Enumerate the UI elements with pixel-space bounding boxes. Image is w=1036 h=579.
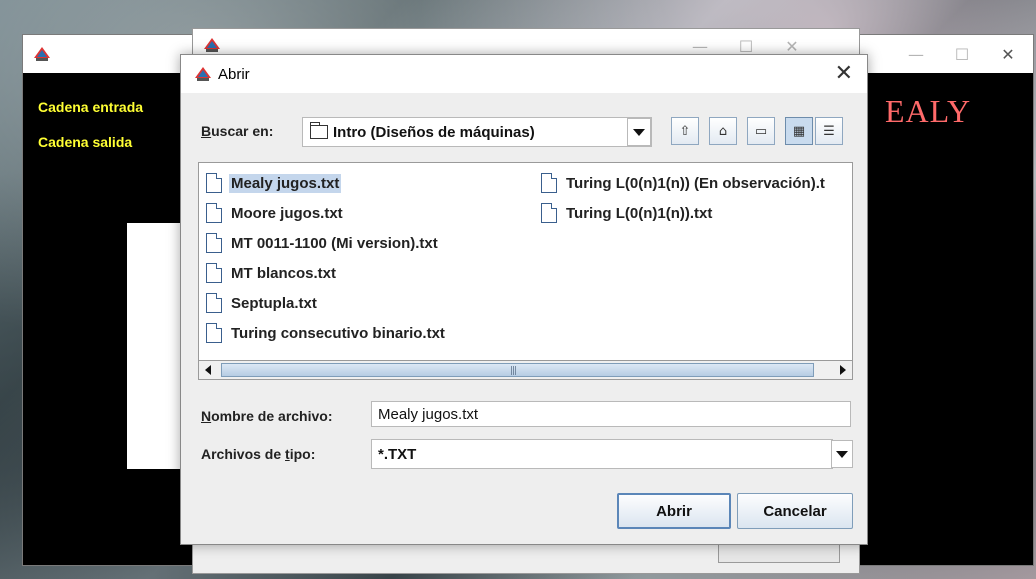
new-folder-icon[interactable]: ▭: [747, 117, 775, 145]
chevron-down-icon[interactable]: [831, 440, 853, 468]
document-icon: [206, 173, 222, 193]
document-icon: [206, 203, 222, 223]
java-app-icon: [194, 66, 212, 82]
document-icon: [206, 323, 222, 343]
document-icon: [541, 203, 557, 223]
mealy-title-art: EALY: [885, 93, 972, 129]
cancel-button[interactable]: Cancelar: [737, 493, 853, 529]
list-view-icon[interactable]: ▦: [785, 117, 813, 145]
dialog-title-bar[interactable]: Abrir ✕: [181, 55, 867, 93]
details-view-icon[interactable]: ☰: [815, 117, 843, 145]
java-app-icon: [33, 46, 51, 62]
java-app-icon: [203, 37, 221, 53]
list-item[interactable]: Turing L(0(n)1(n)) (En observación).t: [541, 171, 827, 195]
scroll-right-icon[interactable]: [834, 361, 852, 379]
list-item[interactable]: MT blancos.txt: [206, 261, 338, 285]
look-in-value: Intro (Diseños de máquinas): [333, 124, 535, 141]
look-in-label: Buscar en:: [201, 123, 274, 139]
close-icon[interactable]: ✕: [835, 61, 853, 86]
list-item[interactable]: Turing L(0(n)1(n)).txt: [541, 201, 714, 225]
document-icon: [206, 293, 222, 313]
maximize-button[interactable]: ☐: [939, 35, 985, 73]
file-type-select[interactable]: *.TXT: [371, 439, 833, 469]
minimize-button[interactable]: —: [893, 35, 939, 73]
horizontal-scrollbar[interactable]: |||: [198, 360, 853, 380]
open-button[interactable]: Abrir: [617, 493, 731, 529]
document-icon: [206, 233, 222, 253]
file-name-input[interactable]: Mealy jugos.txt: [371, 401, 851, 427]
file-name-label: Nombre de archivo:: [201, 408, 333, 424]
list-item[interactable]: MT 0011-1100 (Mi version).txt: [206, 231, 440, 255]
list-item[interactable]: Septupla.txt: [206, 291, 319, 315]
output-string-label: Cadena salida: [38, 134, 133, 150]
input-string-label: Cadena entrada: [38, 99, 144, 115]
up-folder-icon[interactable]: ⇧: [671, 117, 699, 145]
folder-icon: [310, 122, 328, 139]
scrollbar-thumb[interactable]: |||: [221, 363, 814, 377]
grip-icon: |||: [510, 366, 517, 376]
list-item[interactable]: Turing consecutivo binario.txt: [206, 321, 447, 345]
chevron-down-icon[interactable]: [627, 118, 651, 146]
list-item[interactable]: Mealy jugos.txt: [206, 171, 342, 195]
home-icon[interactable]: ⌂: [709, 117, 737, 145]
look-in-combo[interactable]: Intro (Diseños de máquinas): [302, 117, 652, 147]
scroll-left-icon[interactable]: [199, 361, 217, 379]
document-icon: [206, 263, 222, 283]
list-item[interactable]: Moore jugos.txt: [206, 201, 345, 225]
document-icon: [541, 173, 557, 193]
open-file-dialog: Abrir ✕ Buscar en: Intro (Diseños de máq…: [180, 54, 868, 545]
file-list[interactable]: Mealy jugos.txt Moore jugos.txt MT 0011-…: [198, 162, 853, 380]
file-type-label: Archivos de tipo:: [201, 446, 316, 462]
dialog-title: Abrir: [218, 66, 250, 83]
close-button[interactable]: ✕: [985, 35, 1031, 73]
